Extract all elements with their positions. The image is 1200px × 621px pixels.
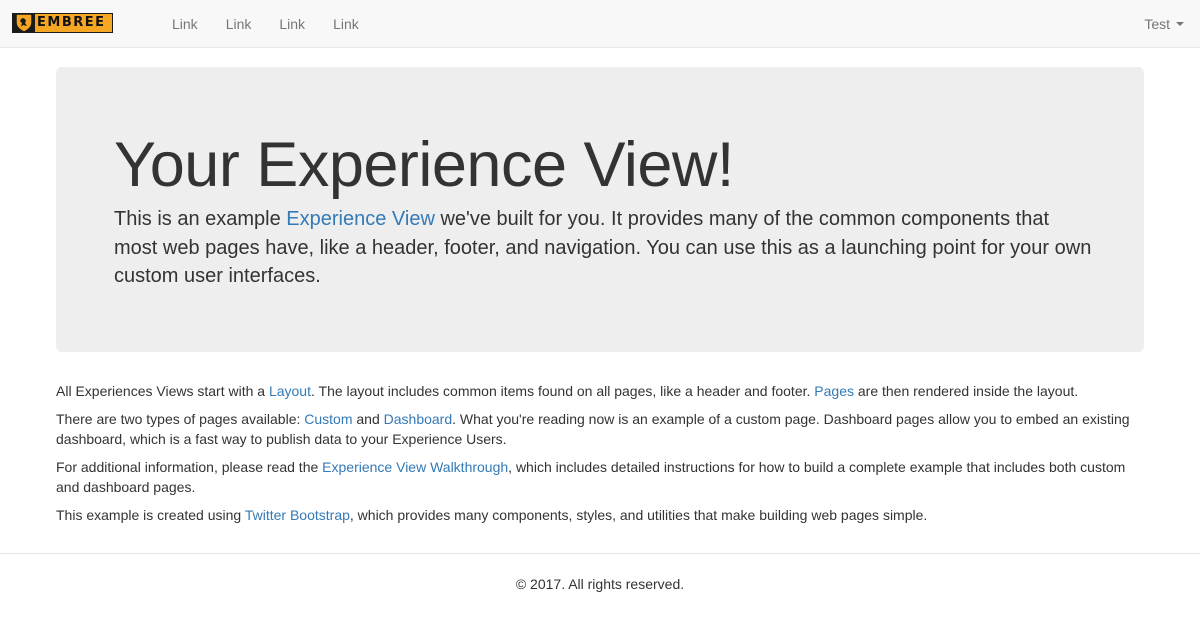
dashboard-link[interactable]: Dashboard — [384, 411, 453, 427]
nav-link-2[interactable]: Link — [212, 0, 266, 48]
hero-lead: This is an example Experience View we've… — [114, 205, 1094, 291]
paragraph-text: and — [352, 411, 384, 427]
paragraph-text: are then rendered inside the layout. — [853, 383, 1079, 399]
nav-link-3[interactable]: Link — [265, 0, 319, 48]
paragraph-layout: All Experiences Views start with a Layou… — [56, 381, 1144, 401]
paragraph-text: This example is created using — [56, 507, 245, 523]
nav-link-4[interactable]: Link — [319, 0, 373, 48]
paragraph-walkthrough: For additional information, please read … — [56, 457, 1144, 497]
experience-view-link[interactable]: Experience View — [286, 208, 435, 230]
nav-links: Link Link Link Link — [158, 0, 373, 48]
user-menu-dropdown[interactable]: Test — [1144, 0, 1184, 48]
brand-logo: EMBREE — [12, 13, 113, 33]
paragraph-text: There are two types of pages available: — [56, 411, 305, 427]
twitter-bootstrap-link[interactable]: Twitter Bootstrap — [245, 507, 350, 523]
hero-jumbotron: Your Experience View! This is an example… — [56, 67, 1144, 352]
user-menu-label: Test — [1144, 16, 1170, 32]
top-navbar: EMBREE Link Link Link Link Test — [0, 0, 1200, 48]
lion-shield-icon — [13, 13, 35, 33]
walkthrough-link[interactable]: Experience View Walkthrough — [322, 459, 508, 475]
paragraph-text: . The layout includes common items found… — [311, 383, 815, 399]
custom-link[interactable]: Custom — [304, 411, 352, 427]
layout-link[interactable]: Layout — [269, 383, 311, 399]
nav-link-1[interactable]: Link — [158, 0, 212, 48]
hero-lead-text: This is an example — [114, 208, 287, 230]
hero-title: Your Experience View! — [114, 130, 734, 200]
paragraph-text: , which provides many components, styles… — [349, 507, 928, 523]
main-content: All Experiences Views start with a Layou… — [56, 381, 1144, 533]
brand-logo-link[interactable]: EMBREE — [12, 12, 113, 34]
caret-down-icon — [1176, 22, 1184, 26]
pages-link[interactable]: Pages — [814, 383, 854, 399]
brand-wordmark: EMBREE — [37, 15, 106, 30]
paragraph-page-types: There are two types of pages available: … — [56, 409, 1144, 449]
paragraph-bootstrap: This example is created using Twitter Bo… — [56, 505, 1144, 525]
footer-copyright: © 2017. All rights reserved. — [515, 576, 685, 592]
paragraph-text: For additional information, please read … — [56, 459, 323, 475]
paragraph-text: All Experiences Views start with a — [56, 383, 269, 399]
footer-divider — [0, 553, 1200, 554]
